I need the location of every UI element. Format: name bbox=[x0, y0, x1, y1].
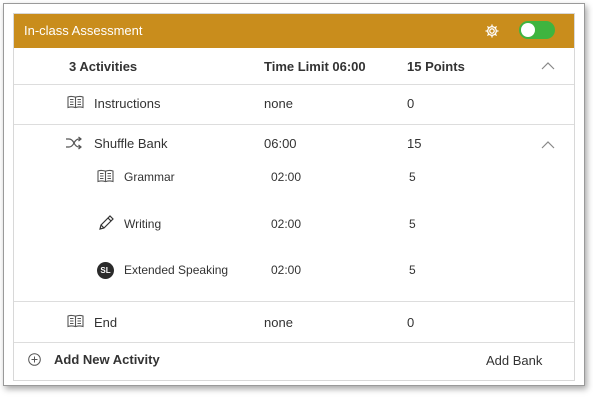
add-bank-button[interactable]: Add Bank bbox=[486, 353, 542, 368]
chevron-up-icon[interactable] bbox=[541, 62, 555, 70]
divider bbox=[14, 301, 574, 302]
bank-activity-name[interactable]: Extended Speaking bbox=[124, 263, 228, 277]
pencil-icon bbox=[99, 215, 114, 230]
bank-activity-points: 5 bbox=[409, 170, 416, 184]
activity-points: 0 bbox=[407, 96, 415, 111]
bank-activity-name[interactable]: Grammar bbox=[124, 170, 175, 184]
add-new-activity-label: Add New Activity bbox=[54, 352, 160, 367]
chevron-up-icon[interactable] bbox=[541, 141, 555, 149]
activity-points: 15 bbox=[407, 136, 422, 151]
book-icon bbox=[67, 314, 84, 328]
toggle-knob bbox=[521, 23, 535, 37]
activity-name[interactable]: Instructions bbox=[94, 96, 160, 111]
bank-activity-name[interactable]: Writing bbox=[124, 217, 161, 231]
book-icon bbox=[97, 169, 114, 183]
activity-name[interactable]: End bbox=[94, 315, 117, 330]
window-frame: In-class Assessment 3 Activities Time Li… bbox=[3, 3, 585, 386]
divider bbox=[14, 342, 574, 343]
activity-points: 0 bbox=[407, 315, 415, 330]
activity-time: 06:00 bbox=[264, 136, 297, 151]
bank-activity-time: 02:00 bbox=[271, 263, 302, 277]
assessment-title: In-class Assessment bbox=[24, 23, 143, 38]
divider bbox=[14, 124, 574, 125]
bank-activity-points: 5 bbox=[409, 263, 416, 277]
bank-activity-time: 02:00 bbox=[271, 170, 302, 184]
assessment-card: In-class Assessment 3 Activities Time Li… bbox=[13, 13, 575, 381]
activities-count: 3 Activities bbox=[69, 59, 138, 74]
gear-icon[interactable] bbox=[484, 23, 500, 39]
activity-time: none bbox=[264, 315, 293, 330]
divider bbox=[14, 84, 574, 85]
book-icon bbox=[67, 95, 84, 109]
assessment-header: In-class Assessment bbox=[14, 14, 574, 48]
activity-name[interactable]: Shuffle Bank bbox=[94, 136, 167, 151]
sl-badge-icon: SL bbox=[97, 262, 114, 279]
activity-time: none bbox=[264, 96, 293, 111]
total-points: 15 Points bbox=[407, 59, 465, 74]
shuffle-icon bbox=[66, 136, 82, 150]
total-time-limit: Time Limit 06:00 bbox=[264, 59, 366, 74]
plus-circle-icon bbox=[28, 353, 41, 366]
bank-activity-points: 5 bbox=[409, 217, 416, 231]
assessment-toggle[interactable] bbox=[519, 21, 555, 39]
bank-activity-time: 02:00 bbox=[271, 217, 302, 231]
